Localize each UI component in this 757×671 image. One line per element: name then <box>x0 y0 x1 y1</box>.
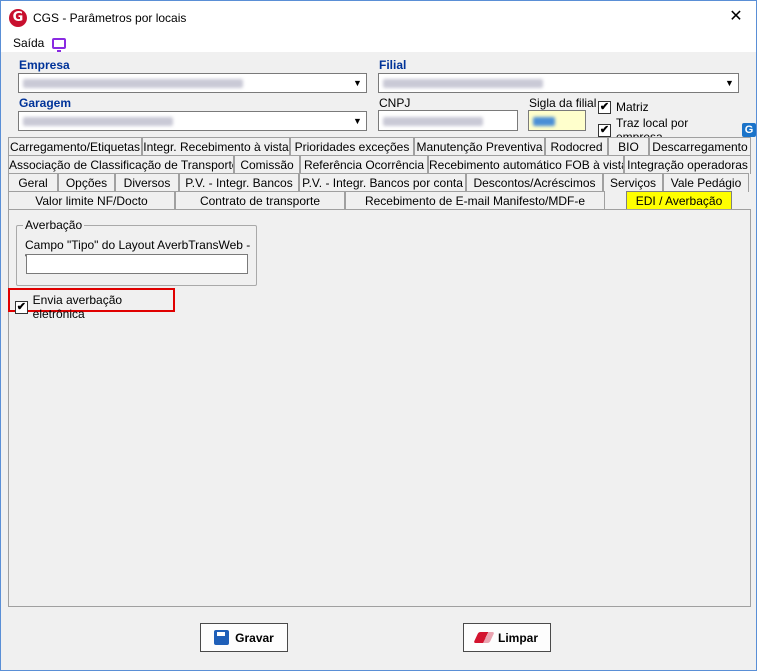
g-brand-icon[interactable]: G <box>742 123 756 137</box>
campo-tipo-input[interactable] <box>26 254 248 274</box>
main-window: G CGS - Parâmetros por locais ✕ Saída Em… <box>0 0 757 671</box>
sigla-value-redacted <box>533 117 555 126</box>
matriz-label: Matriz <box>616 100 649 114</box>
tab-integracao-operadoras[interactable]: Integração operadoras <box>624 155 751 174</box>
tab-bio[interactable]: BIO <box>608 137 649 156</box>
tab-descarregamento[interactable]: Descarregamento <box>649 137 751 156</box>
tab-row-4: Valor limite NF/Docto Contrato de transp… <box>8 191 732 210</box>
filial-value-redacted <box>383 79 543 88</box>
menu-bar: Saída <box>1 34 756 52</box>
limpar-button[interactable]: Limpar <box>463 623 551 652</box>
tab-rodocred[interactable]: Rodocred <box>545 137 608 156</box>
cnpj-value-redacted <box>383 117 483 126</box>
tab-valor-limite[interactable]: Valor limite NF/Docto <box>8 191 175 210</box>
tab-pv-integr-bancos-conta[interactable]: P.V. - Integr. Bancos por conta <box>299 173 466 192</box>
tab-opcoes[interactable]: Opções <box>58 173 115 192</box>
tab-diversos[interactable]: Diversos <box>115 173 179 192</box>
tab-prioridades[interactable]: Prioridades exceções <box>290 137 414 156</box>
tab-pv-integr-bancos[interactable]: P.V. - Integr. Bancos <box>179 173 299 192</box>
envia-averbacao-check-box[interactable]: ✔ <box>15 300 28 314</box>
tab-row-1: Carregamento/Etiquetas Integr. Recebimen… <box>8 137 751 156</box>
garagem-select[interactable]: ▼ <box>18 111 367 131</box>
filial-select[interactable]: ▼ <box>378 73 739 93</box>
empresa-value-redacted <box>23 79 243 88</box>
tab-recebimento-email[interactable]: Recebimento de E-mail Manifesto/MDF-e <box>345 191 605 210</box>
envia-averbacao-checkbox[interactable]: ✔ Envia averbação eletrônica <box>15 293 173 321</box>
matriz-check-box[interactable]: ✔ <box>598 100 611 114</box>
tab-associacao[interactable]: Associação de Classificação de Transport… <box>8 155 234 174</box>
tab-comissao[interactable]: Comissão <box>234 155 300 174</box>
save-icon <box>214 630 230 645</box>
close-button[interactable]: ✕ <box>726 7 746 27</box>
tab-edi-averbacao[interactable]: EDI / Averbação <box>626 191 732 210</box>
matriz-checkbox[interactable]: ✔ Matriz <box>598 100 649 114</box>
tab-manutencao[interactable]: Manutenção Preventiva <box>414 137 545 156</box>
sigla-field[interactable] <box>528 110 586 131</box>
tab-row-3: Geral Opções Diversos P.V. - Integr. Ban… <box>8 173 749 192</box>
tab-carregamento[interactable]: Carregamento/Etiquetas <box>8 137 142 156</box>
tab-contrato[interactable]: Contrato de transporte <box>175 191 345 210</box>
monitor-icon[interactable] <box>52 37 67 52</box>
traz-local-check-box[interactable]: ✔ <box>598 123 611 137</box>
menu-saida[interactable]: Saída <box>13 36 44 50</box>
chevron-down-icon[interactable]: ▼ <box>721 74 738 92</box>
cgs-logo-icon: G <box>9 8 27 27</box>
title-bar: G CGS - Parâmetros por locais ✕ <box>1 1 756 34</box>
gravar-label: Gravar <box>235 630 274 645</box>
tab-servicos[interactable]: Serviços <box>603 173 663 192</box>
filial-label: Filial <box>379 58 407 72</box>
cnpj-field[interactable] <box>378 110 518 131</box>
cnpj-label: CNPJ <box>379 96 411 110</box>
tab-geral[interactable]: Geral <box>8 173 58 192</box>
averbacao-group: Averbação Campo "Tipo" do Layout AverbTr… <box>16 218 257 286</box>
garagem-label: Garagem <box>19 96 72 110</box>
gravar-button[interactable]: Gravar <box>200 623 288 652</box>
chevron-down-icon[interactable]: ▼ <box>349 74 366 92</box>
envia-averbacao-highlight: ✔ Envia averbação eletrônica <box>8 288 175 321</box>
empresa-label: Empresa <box>19 58 70 72</box>
tab-descontos[interactable]: Descontos/Acréscimos <box>466 173 603 192</box>
tab-row-2: Associação de Classificação de Transport… <box>8 155 751 174</box>
sigla-label: Sigla da filial <box>529 96 597 110</box>
tab-vale-pedagio[interactable]: Vale Pedágio <box>663 173 749 192</box>
limpar-label: Limpar <box>497 630 538 645</box>
empresa-select[interactable]: ▼ <box>18 73 367 93</box>
tab-integr-recebimento[interactable]: Integr. Recebimento à vista <box>142 137 290 156</box>
envia-averbacao-label: Envia averbação eletrônica <box>32 293 123 321</box>
tab-recebimento-fob[interactable]: Recebimento automático FOB à vista <box>428 155 624 174</box>
eraser-icon <box>473 632 495 643</box>
averbacao-group-title: Averbação <box>23 218 85 232</box>
window-title: CGS - Parâmetros por locais <box>33 10 187 25</box>
garagem-value-redacted <box>23 117 173 126</box>
tab-referencia[interactable]: Referência Ocorrência <box>300 155 428 174</box>
chevron-down-icon[interactable]: ▼ <box>349 112 366 130</box>
